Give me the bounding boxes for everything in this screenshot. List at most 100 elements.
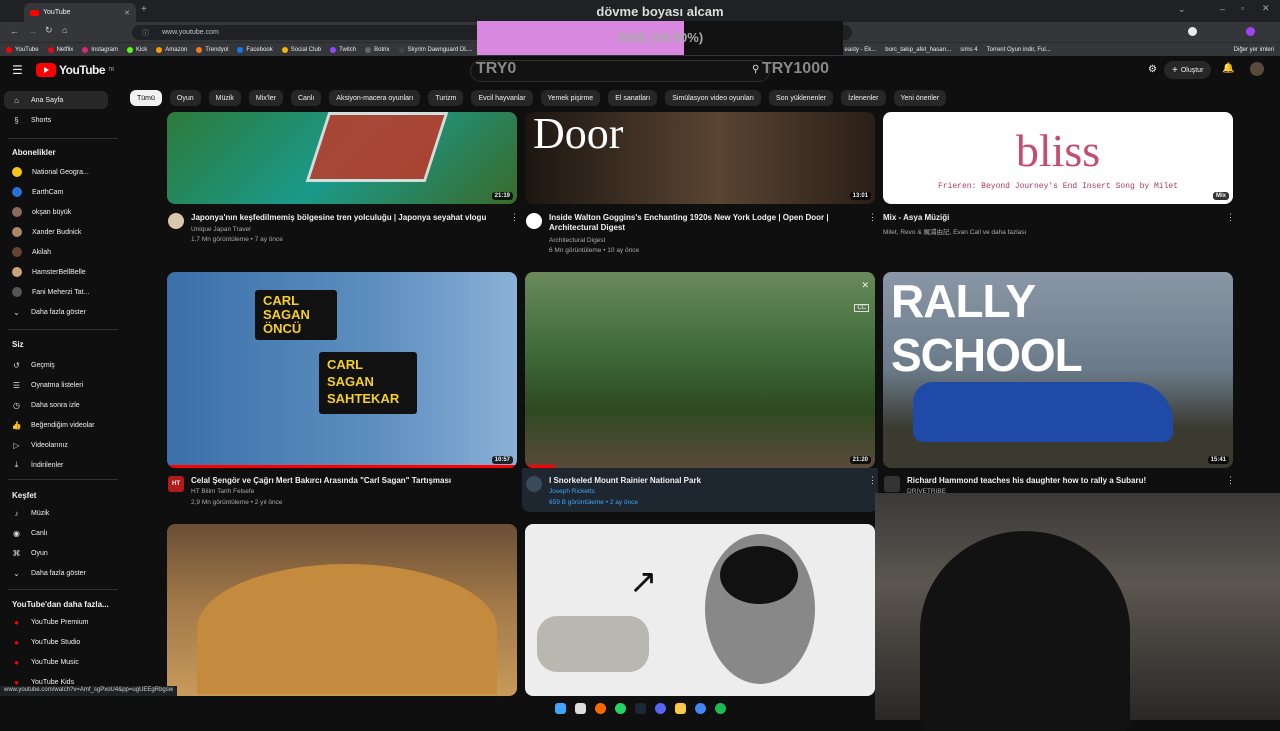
search-taskbar-icon[interactable] — [574, 702, 586, 714]
sidebar-item-you[interactable]: 👍 Beğendiğim videolar — [4, 416, 108, 434]
video-thumbnail[interactable]: Door 13:01 — [525, 112, 875, 204]
sidebar-item-explore[interactable]: ♪ Müzik — [4, 504, 108, 522]
sidebar-item-subscription[interactable]: okşan büyük — [4, 203, 108, 221]
filter-chip[interactable]: Müzik — [208, 90, 241, 106]
video-thumbnail[interactable] — [167, 524, 517, 696]
search-icon[interactable]: ⚲ — [752, 64, 759, 75]
sidebar-item-subscription[interactable]: EarthCam — [4, 183, 108, 201]
you-header[interactable]: Siz — [12, 340, 24, 349]
sidebar-item-you[interactable]: ⤓ İndirilenler — [4, 456, 108, 474]
steam-icon[interactable] — [634, 702, 646, 714]
sidebar-item-explore[interactable]: ⌘ Oyun — [4, 544, 108, 562]
more-actions-icon[interactable]: ⋮ — [868, 212, 877, 223]
video-thumbnail[interactable]: RALLY SCHOOL 15:41 — [883, 272, 1233, 468]
sidebar-item-you[interactable]: ☰ Oynatma listeleri — [4, 376, 108, 394]
filter-chip[interactable]: Simülasyon video oyunları — [665, 90, 761, 106]
sidebar-item-subscription[interactable]: Akilah — [4, 243, 108, 261]
filter-chip[interactable]: İzlenenler — [841, 90, 886, 106]
close-tab-icon[interactable]: ✕ — [124, 9, 130, 17]
file-explorer-icon[interactable] — [674, 702, 686, 714]
more-actions-icon[interactable]: ⋮ — [1226, 475, 1235, 486]
cast-icon[interactable]: ⚙ — [1148, 64, 1157, 75]
filter-chip[interactable]: Turizm — [428, 90, 464, 106]
close-window-icon[interactable]: ✕ — [1262, 3, 1270, 14]
home-icon[interactable]: ⌂ — [62, 25, 67, 35]
bookmark-item[interactable]: Torrent Oyun indir, Ful... — [987, 47, 1051, 53]
more-actions-icon[interactable]: ⋮ — [1226, 212, 1235, 223]
minimize-icon[interactable]: – — [1220, 4, 1225, 14]
account-avatar[interactable] — [1250, 62, 1264, 76]
video-title[interactable]: Japonya'nın keşfedilmemiş bölgesine tren… — [191, 213, 501, 223]
sidebar-item-youtube-app[interactable]: ● YouTube Music — [4, 653, 108, 671]
sidebar-item-youtube-app[interactable]: ● YouTube Studio — [4, 633, 108, 651]
bookmark-item[interactable]: Skyrim Dawnguard DL... — [398, 46, 473, 53]
explore-header[interactable]: Keşfet — [12, 491, 36, 500]
channel-avatar[interactable] — [526, 213, 542, 229]
channel-name[interactable]: Joseph Ricketts — [549, 488, 595, 495]
sidebar-item-show-more[interactable]: ⌄ Daha fazla göster — [4, 303, 108, 321]
windows-start-icon[interactable] — [554, 702, 566, 714]
bookmark-item[interactable]: Trendyol — [196, 46, 228, 53]
filter-chip[interactable]: Yemek pişirme — [540, 90, 601, 106]
video-title[interactable]: Mix - Asya Müziği — [883, 213, 1213, 223]
captions-icon[interactable]: CC — [854, 304, 869, 312]
bookmark-item[interactable]: Instagram — [82, 46, 118, 53]
video-thumbnail[interactable]: bliss Frieren: Beyond Journey's End Inse… — [883, 112, 1233, 204]
channel-avatar[interactable] — [168, 213, 184, 229]
forward-icon[interactable]: → — [28, 26, 37, 36]
sidebar-item-show-more[interactable]: ⌄ Daha fazla göster — [4, 564, 108, 582]
filter-chip[interactable]: Mix'ler — [248, 90, 283, 106]
notifications-bell-icon[interactable]: 🔔 — [1222, 63, 1234, 74]
youtube-logo[interactable]: YouTube TR — [36, 63, 114, 77]
filter-chip[interactable]: Canlı — [290, 90, 322, 106]
bookmark-item[interactable]: Botrix — [365, 46, 390, 53]
back-icon[interactable]: ← — [10, 26, 19, 36]
sidebar-item-shorts[interactable]: § Shorts — [4, 111, 108, 129]
extension-icon[interactable] — [1246, 27, 1255, 36]
create-button[interactable]: + Oluştur — [1164, 61, 1212, 79]
video-title[interactable]: Inside Walton Goggins's Enchanting 1920s… — [549, 213, 861, 233]
channel-name[interactable]: HT Bilim Tarih Felsefe — [191, 488, 254, 495]
channel-avatar[interactable] — [884, 476, 900, 492]
video-title[interactable]: I Snorkeled Mount Rainier National Park — [549, 476, 861, 486]
channel-name[interactable]: Architectural Digest — [549, 237, 605, 244]
filter-chip[interactable]: El sanatları — [608, 90, 658, 106]
spotify-icon[interactable] — [714, 702, 726, 714]
filter-chip[interactable]: Oyun — [169, 90, 201, 106]
sidebar-item-you[interactable]: ↺ Geçmiş — [4, 356, 108, 374]
bookmark-item[interactable]: Amazon — [156, 46, 187, 53]
video-thumbnail[interactable]: 21:19 — [167, 112, 517, 204]
bookmark-item[interactable]: Social Club — [281, 46, 321, 53]
site-info-icon[interactable]: ⓘ — [142, 28, 149, 38]
video-title[interactable]: Richard Hammond teaches his daughter how… — [907, 476, 1219, 486]
bookmark-item[interactable]: Kick — [126, 46, 147, 53]
sidebar-item-home[interactable]: ⌂ Ana Sayfa — [4, 91, 108, 109]
sidebar-item-subscription[interactable]: National Geogra... — [4, 163, 108, 181]
chevron-down-icon[interactable]: ⌄ — [1178, 4, 1186, 15]
sidebar-item-youtube-app[interactable]: ● YouTube Premium — [4, 613, 108, 631]
firefox-icon[interactable] — [594, 702, 606, 714]
video-thumbnail[interactable]: ✕ CC 21:20 — [525, 272, 875, 468]
sidebar-item-you[interactable]: ▷ Videolarınız — [4, 436, 108, 454]
tab-youtube[interactable]: YouTube ✕ — [24, 3, 136, 22]
channel-avatar[interactable] — [526, 476, 542, 492]
more-actions-icon[interactable]: ⋮ — [510, 212, 519, 223]
profile-avatar-icon[interactable] — [1188, 27, 1197, 36]
bookmark-item[interactable]: Netflix — [47, 46, 73, 53]
filter-chip[interactable]: Evcil hayvanlar — [471, 90, 533, 106]
sidebar-item-subscription[interactable]: Xander Budnick — [4, 223, 108, 241]
filter-chip[interactable]: Son yüklenenler — [768, 90, 834, 106]
bookmark-item[interactable]: YouTube — [6, 46, 39, 53]
bookmark-item[interactable]: borc_takip_afet_hasarı... — [885, 47, 951, 53]
sidebar-item-subscription[interactable]: HamsterBellBelle — [4, 263, 108, 281]
sidebar-item-subscription[interactable]: Fani Meherzi Tat... — [4, 283, 108, 301]
video-title[interactable]: Celal Şengör ve Çağrı Mert Bakırcı Arası… — [191, 476, 501, 486]
more-from-youtube-header[interactable]: YouTube'dan daha fazla... — [12, 600, 109, 609]
new-tab-icon[interactable]: + — [141, 4, 147, 15]
channel-name[interactable]: Milet, Revo & 梶浦由記, Evan Call ve daha fa… — [883, 226, 1026, 236]
hamburger-menu-icon[interactable]: ☰ — [12, 63, 23, 77]
video-thumbnail[interactable]: CARL SAGAN ÖNCÜ CARL SAGAN SAHTEKAR 10:5… — [167, 272, 517, 468]
bookmark-item[interactable]: Twitch — [330, 46, 356, 53]
channel-avatar[interactable]: HT — [168, 476, 184, 492]
filter-chip[interactable]: Aksiyon-macera oyunları — [329, 90, 421, 106]
